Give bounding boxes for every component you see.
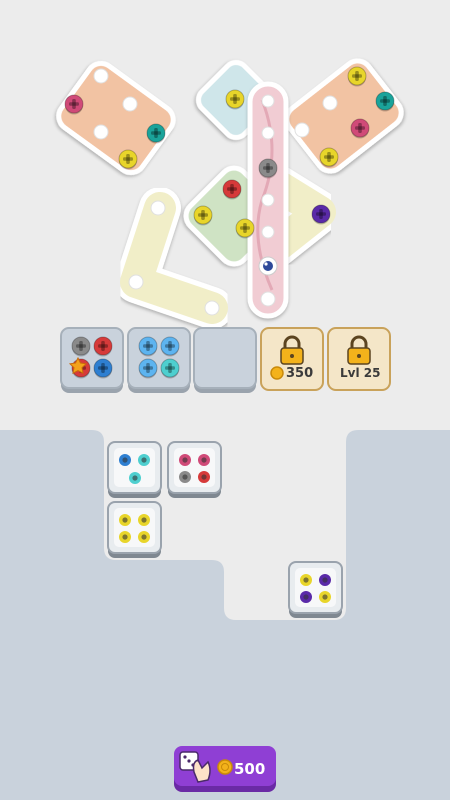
empty-hole	[128, 274, 144, 290]
screw-yellow[interactable]	[347, 66, 367, 87]
box-cyan-blue[interactable]	[107, 441, 162, 498]
slot-price-label: 350	[286, 366, 314, 381]
screw-yellow[interactable]	[118, 149, 138, 170]
screw-yellow[interactable]	[235, 218, 255, 239]
empty-hole	[294, 122, 310, 138]
screw-gray[interactable]	[71, 336, 91, 357]
screw-teal[interactable]	[146, 123, 166, 144]
screw-blue[interactable]	[93, 358, 113, 379]
empty-hole	[261, 94, 275, 108]
screw-red[interactable]	[93, 336, 113, 357]
screw-yellow[interactable]	[319, 147, 339, 168]
screw-blue-eye[interactable]	[258, 256, 278, 276]
coin-icon	[270, 366, 284, 380]
empty-hole	[122, 96, 138, 112]
empty-hole	[261, 126, 275, 140]
screw-light_blue[interactable]	[160, 336, 180, 357]
toolbox-slot-5[interactable]	[327, 327, 391, 391]
screw-gray[interactable]	[258, 158, 278, 179]
slot-level-label: Lvl 25	[340, 366, 381, 380]
screw-yellow[interactable]	[225, 89, 245, 110]
empty-hole	[322, 95, 338, 111]
screw-light_blue[interactable]	[138, 336, 158, 357]
empty-hole	[261, 225, 275, 239]
toolbox-slot-2[interactable]	[127, 327, 191, 393]
toolbox-slot-1[interactable]	[60, 327, 124, 393]
empty-hole	[150, 200, 166, 216]
box-yellow[interactable]	[107, 501, 162, 558]
screw-red[interactable]	[222, 179, 242, 200]
plate-orange-left[interactable]	[53, 58, 179, 178]
empty-hole	[93, 68, 109, 84]
screw-cyan[interactable]	[160, 358, 180, 379]
screw-light_blue[interactable]	[138, 358, 158, 379]
screw-pink[interactable]	[64, 94, 84, 115]
plate-orange-right[interactable]	[281, 55, 407, 176]
box-tray-area	[0, 430, 450, 800]
toolbox-slot-3[interactable]	[193, 327, 257, 393]
coin-icon	[217, 759, 233, 775]
screw-pink[interactable]	[350, 118, 370, 139]
empty-hole	[204, 300, 220, 316]
box-purple-yellow[interactable]	[288, 561, 343, 618]
box-pink-gray[interactable]	[167, 441, 222, 498]
empty-hole	[261, 193, 275, 207]
screw-purple[interactable]	[311, 204, 331, 225]
game-board	[0, 55, 450, 800]
screw-teal[interactable]	[375, 91, 395, 112]
screw-yellow[interactable]	[193, 205, 213, 226]
shuffle-price-label: 500	[234, 760, 266, 778]
empty-hole	[93, 124, 109, 140]
empty-hole	[260, 291, 276, 307]
